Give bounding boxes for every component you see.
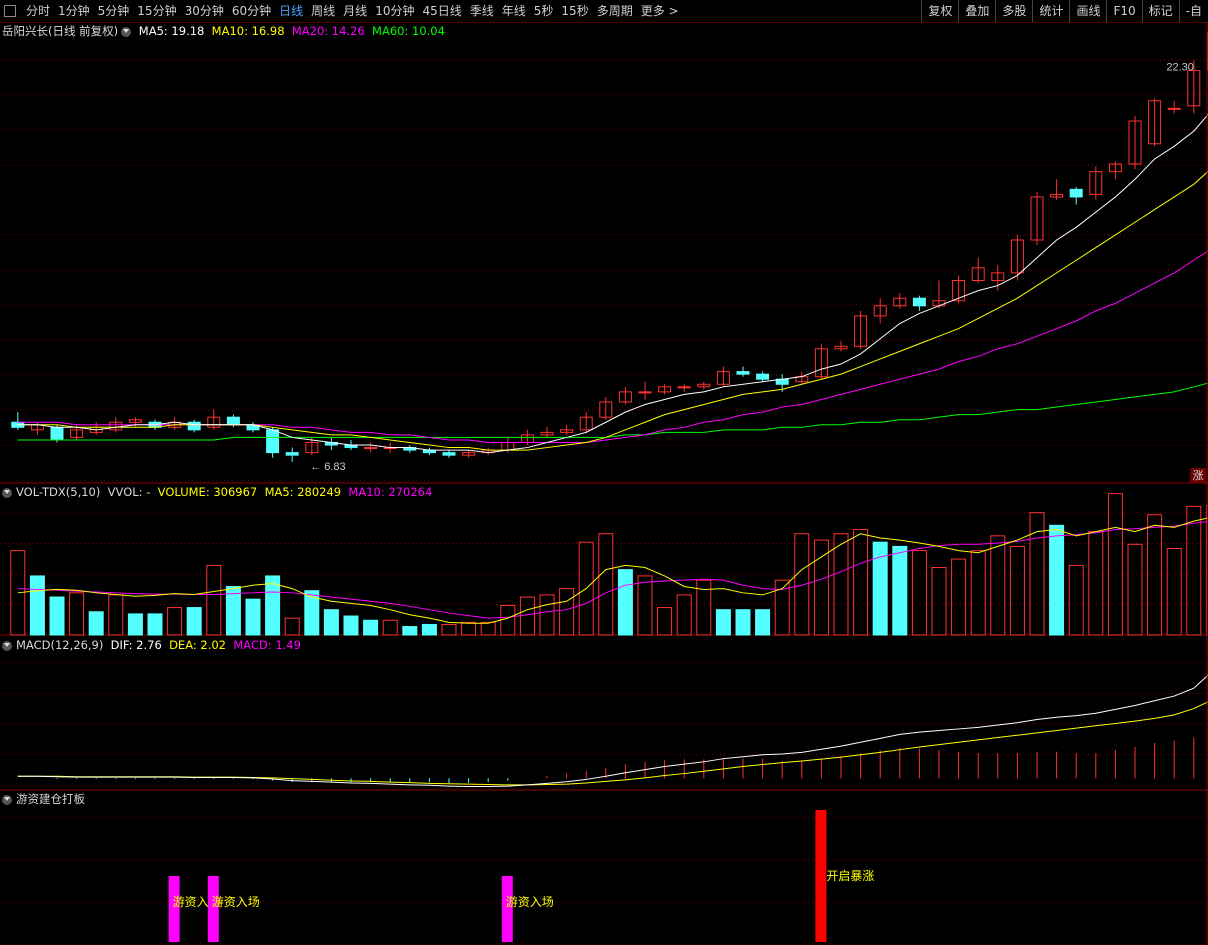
- candle-down: [1069, 188, 1083, 198]
- volume-bar-up: [970, 550, 986, 636]
- volume-bar-up: [108, 594, 124, 636]
- signal-label: 开启暴涨: [826, 868, 874, 883]
- volume-bar-down: [421, 623, 437, 636]
- ma5-line: [17, 113, 1208, 454]
- volume-bar-down: [88, 611, 104, 636]
- high-price-label: 22.30: [1166, 61, 1194, 73]
- volume-bar-up: [833, 533, 849, 636]
- volume-bar-up: [990, 535, 1006, 636]
- candle-up: [638, 391, 652, 394]
- candle-down: [442, 452, 456, 456]
- low-price-label: ← 6.83: [310, 461, 345, 473]
- volume-bar-down: [617, 569, 633, 636]
- volume-bar-up: [167, 607, 183, 636]
- volume-bar-up: [69, 592, 85, 636]
- volume-bar-up: [1088, 531, 1104, 636]
- candle-down: [266, 429, 280, 454]
- volume-bar-up: [1009, 545, 1025, 636]
- volume-bar-up: [1127, 543, 1143, 636]
- signal-bar-surge: [815, 810, 827, 942]
- volume-bar-up: [539, 594, 555, 636]
- volume-bar-down: [343, 615, 359, 636]
- volume-bar-down: [892, 545, 908, 636]
- volume-bar-up: [461, 621, 477, 636]
- volume-bar-up: [500, 604, 516, 636]
- candle-down: [285, 452, 299, 456]
- volume-bar-up: [676, 594, 692, 636]
- volume-bar-up: [598, 533, 614, 636]
- volume-bar-down: [147, 613, 163, 636]
- candle-up: [1167, 107, 1181, 110]
- limit-up-badge: 涨: [1190, 468, 1206, 483]
- dif-line: [17, 674, 1208, 787]
- volume-bar-up: [794, 533, 810, 636]
- volume-bar-down: [1049, 524, 1065, 636]
- volume-bar-down: [49, 596, 65, 636]
- candle-down: [187, 421, 201, 431]
- volume-bar-up: [382, 619, 398, 636]
- ma10-line: [17, 170, 1208, 451]
- volume-bar-up: [1147, 514, 1163, 636]
- volume-bar-up: [1186, 505, 1202, 636]
- volume-bar-up: [441, 623, 457, 636]
- volume-bar-up: [657, 607, 673, 636]
- volume-bar-down: [127, 613, 143, 636]
- candle-down: [756, 373, 770, 380]
- signal-bar-entry: [207, 876, 219, 942]
- candle-down: [736, 371, 750, 375]
- volume-bar-down: [402, 626, 418, 636]
- signal-bar-entry: [168, 876, 180, 942]
- candle-up: [364, 447, 378, 450]
- volume-bar-up: [206, 564, 222, 636]
- volume-bar-down: [29, 575, 45, 636]
- volume-bar-down: [363, 619, 379, 636]
- volume-bar-up: [559, 588, 575, 636]
- candle-down: [226, 416, 240, 426]
- volume-bar-down: [735, 609, 751, 636]
- volume-bar-up: [951, 558, 967, 636]
- volume-bar-down: [715, 609, 731, 636]
- signal-label: 游资入场: [212, 895, 260, 909]
- volume-bar-down: [755, 609, 771, 636]
- volume-bar-up: [911, 550, 927, 636]
- candle-up: [677, 386, 691, 389]
- candle-down: [50, 426, 64, 441]
- dea-line: [17, 701, 1208, 786]
- signal-label: 游资入场: [506, 895, 554, 909]
- candle-down: [912, 297, 926, 307]
- volume-bar-up: [853, 529, 869, 636]
- volume-bar-up: [519, 596, 535, 636]
- volume-bar-down: [245, 598, 261, 636]
- chart-canvas[interactable]: 22.30← 6.83游资入场游资入场 游资入场开启暴涨: [0, 0, 1208, 945]
- volume-bar-up: [637, 575, 653, 636]
- volume-bar-up: [1107, 493, 1123, 636]
- volume-bar-down: [186, 607, 202, 636]
- volume-bar-up: [480, 621, 496, 636]
- ma60-line: [17, 382, 1208, 441]
- volume-bar-up: [931, 567, 947, 636]
- volume-bar-up: [284, 617, 300, 636]
- ma20-line: [17, 250, 1208, 443]
- signal-bar-entry: [501, 876, 513, 942]
- volume-bar-up: [1068, 564, 1084, 636]
- volume-bar-down: [323, 609, 339, 636]
- volume-bar-up: [1166, 548, 1182, 636]
